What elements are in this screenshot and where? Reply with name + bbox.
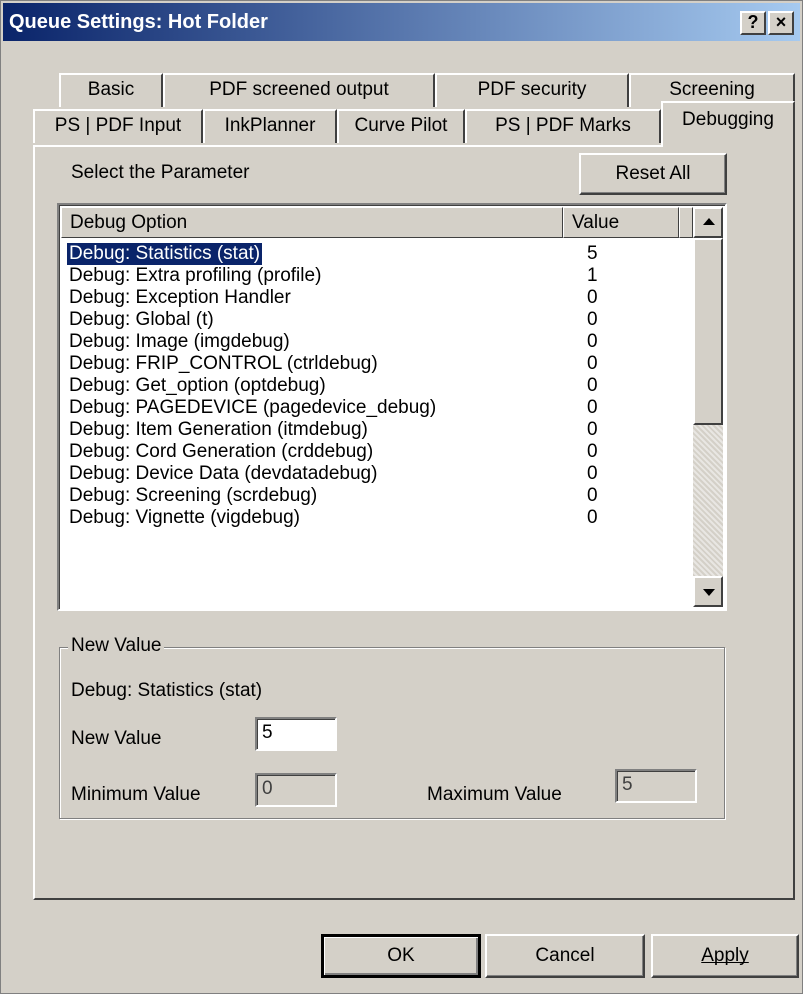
ok-button[interactable]: OK <box>321 934 481 978</box>
debug-option-name: Debug: Extra profiling (profile) <box>69 265 322 286</box>
debug-option-name: Debug: Image (imgdebug) <box>69 331 290 352</box>
scroll-thumb[interactable] <box>693 238 723 425</box>
debug-option-value: 0 <box>587 485 598 506</box>
debug-option-name: Debug: Statistics (stat) <box>65 242 264 266</box>
scroll-up-button[interactable] <box>693 207 723 238</box>
tab-ps-pdf-marks[interactable]: PS | PDF Marks <box>465 109 661 143</box>
maximum-value-field: 5 <box>615 769 697 803</box>
new-value-input[interactable]: 5 <box>255 717 337 751</box>
title-bar[interactable]: Queue Settings: Hot Folder ? × <box>3 3 800 41</box>
debug-option-value: 0 <box>587 441 598 462</box>
queue-settings-dialog: Queue Settings: Hot Folder ? × Basic PDF… <box>0 0 803 994</box>
reset-all-button[interactable]: Reset All <box>579 153 727 195</box>
help-button[interactable]: ? <box>740 11 766 35</box>
tab-inkplanner[interactable]: InkPlanner <box>203 109 337 143</box>
minimum-value-label: Minimum Value <box>71 784 201 805</box>
tab-pdf-screened-output[interactable]: PDF screened output <box>163 73 435 107</box>
debug-option-name: Debug: Get_option (optdebug) <box>69 375 326 396</box>
column-header-debug-option[interactable]: Debug Option <box>61 207 563 238</box>
debug-option-name: Debug: PAGEDEVICE (pagedevice_debug) <box>69 397 437 418</box>
debug-option-name: Debug: Global (t) <box>69 309 214 330</box>
debug-option-name: Debug: Cord Generation (crddebug) <box>69 441 374 462</box>
apply-button[interactable]: Apply <box>651 934 799 978</box>
tab-ps-pdf-input[interactable]: PS | PDF Input <box>33 109 203 143</box>
debug-option-value: 5 <box>587 243 598 264</box>
column-header-value[interactable]: Value <box>563 207 679 238</box>
arrow-up-icon <box>703 218 715 225</box>
selected-option-label: Debug: Statistics (stat) <box>71 680 263 701</box>
debug-option-value: 0 <box>587 309 598 330</box>
tab-basic[interactable]: Basic <box>59 73 163 107</box>
debug-option-value: 0 <box>587 507 598 528</box>
column-header-spacer <box>679 207 693 238</box>
tab-debugging[interactable]: Debugging <box>661 101 795 147</box>
window-title: Queue Settings: Hot Folder <box>9 11 268 33</box>
select-parameter-label: Select the Parameter <box>71 162 250 183</box>
group-legend: New Value <box>68 635 165 657</box>
tab-curve-pilot[interactable]: Curve Pilot <box>337 109 465 143</box>
debug-option-name: Debug: Exception Handler <box>69 287 291 308</box>
debug-option-name: Debug: Screening (scrdebug) <box>69 485 318 506</box>
new-value-label: New Value <box>71 728 162 749</box>
arrow-down-icon <box>703 589 715 596</box>
cancel-button[interactable]: Cancel <box>485 934 645 978</box>
debug-option-value: 0 <box>587 397 598 418</box>
debug-option-value: 0 <box>587 419 598 440</box>
debug-option-name: Debug: Device Data (devdatadebug) <box>69 463 378 484</box>
debug-option-value: 0 <box>587 287 598 308</box>
debug-option-name: Debug: Vignette (vigdebug) <box>69 507 300 528</box>
close-button[interactable]: × <box>768 11 794 35</box>
debug-option-name: Debug: FRIP_CONTROL (ctrldebug) <box>69 353 378 374</box>
debug-option-value: 1 <box>587 265 598 286</box>
debug-option-name: Debug: Item Generation (itmdebug) <box>69 419 368 440</box>
debug-options-list[interactable]: Debug Option Value Debug: Statistics (st… <box>57 203 727 611</box>
maximum-value-label: Maximum Value <box>427 784 562 805</box>
vertical-scrollbar[interactable] <box>693 207 723 607</box>
tab-pdf-security[interactable]: PDF security <box>435 73 629 107</box>
debug-option-value: 0 <box>587 331 598 352</box>
scroll-down-button[interactable] <box>693 576 723 607</box>
debug-option-value: 0 <box>587 353 598 374</box>
minimum-value-field: 0 <box>255 773 337 807</box>
debug-option-value: 0 <box>587 463 598 484</box>
debug-option-value: 0 <box>587 375 598 396</box>
